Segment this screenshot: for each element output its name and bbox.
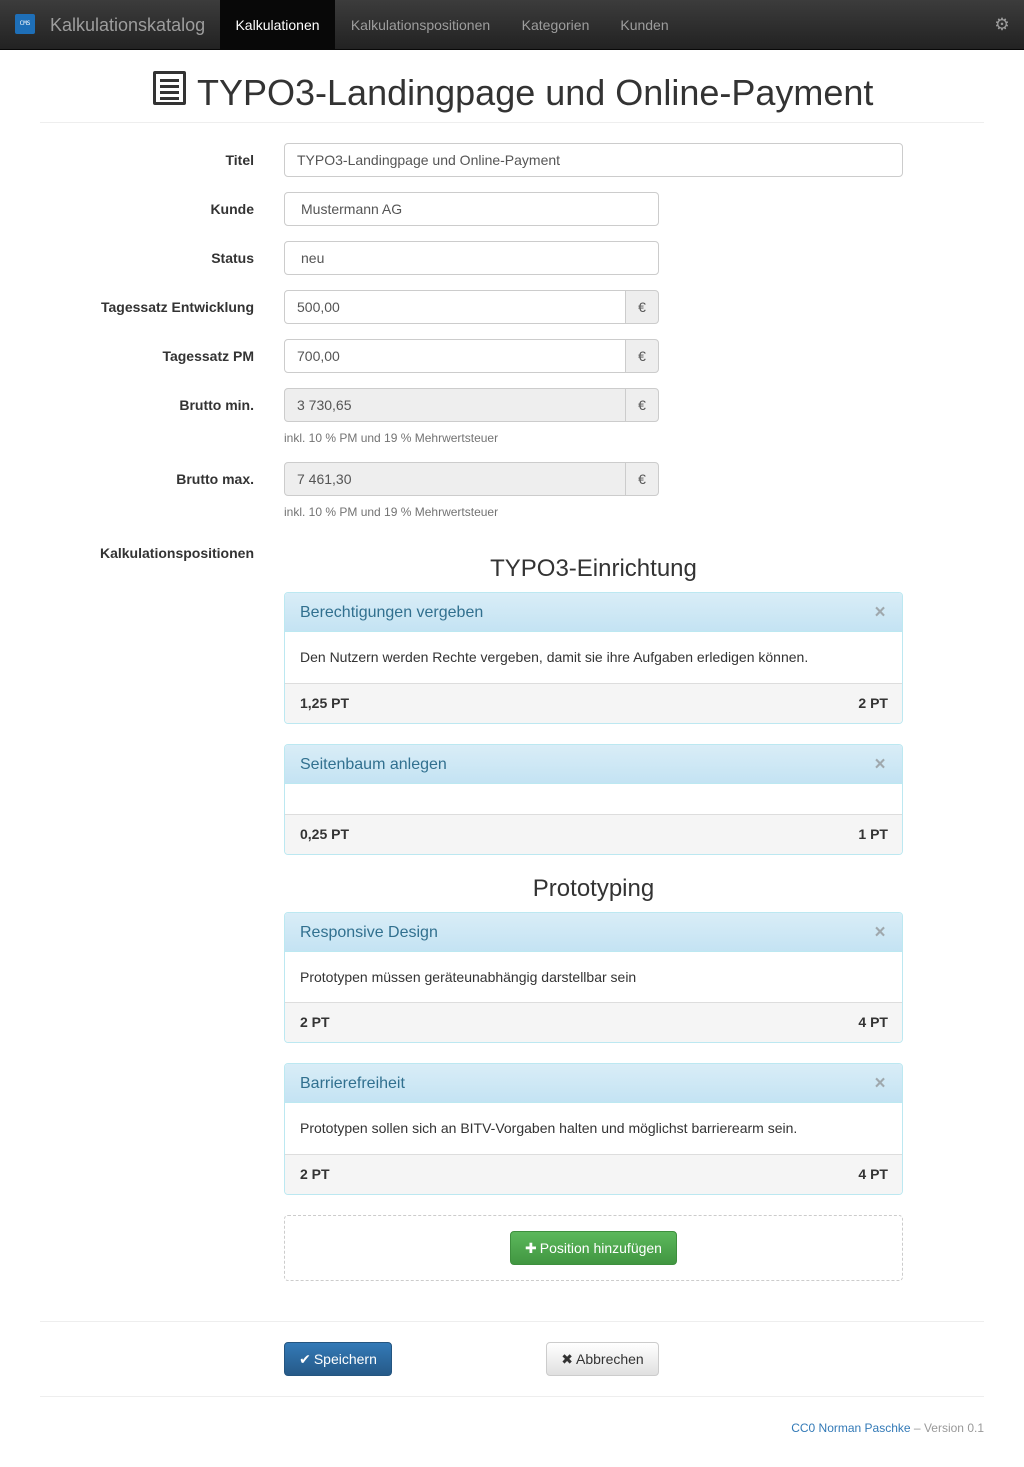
position-description: Den Nutzern werden Rechte vergeben, dami… [300,649,809,665]
position-title: Responsive Design [300,924,438,941]
brutto-min-help: inkl. 10 % PM und 19 % Mehrwertsteuer [284,431,499,445]
remove-icon: ✖ [561,1351,573,1367]
tagessatz-pm-input[interactable]: 700,00 [284,339,626,373]
position-description: Prototypen sollen sich an BITV-Vorgaben … [300,1120,798,1136]
kunde-label: Kunde [210,201,254,217]
panel-heading: Responsive Design × [285,913,902,952]
status-label: Status [211,250,254,266]
euro-addon: € [625,339,659,373]
euro-addon: € [625,388,659,422]
position-max-effort: 4 PT [858,1166,888,1182]
position-max-effort: 1 PT [858,826,888,842]
brutto-min-field: 3 730,65 [284,388,626,422]
add-position-label: Position hinzufügen [539,1240,662,1256]
brutto-max-field: 7 461,30 [284,462,626,496]
close-icon[interactable]: × [872,923,888,943]
nav-item-kalkulationspositionen[interactable]: Kalkulationspositionen [335,0,506,50]
euro-addon: € [625,290,659,324]
group-heading: TYPO3-Einrichtung [490,555,697,582]
position-min-effort: 0,25 PT [300,826,350,842]
brand-name[interactable]: Kalkulationskatalog [50,0,205,50]
status-select[interactable]: neu [284,241,659,275]
position-description: Prototypen müssen geräteunabhängig darst… [300,969,637,985]
list-alt-icon [153,71,186,105]
brutto-max-label: Brutto max. [176,471,254,487]
euro-addon: € [625,462,659,496]
position-panel: Seitenbaum anlegen × 0,25 PT 1 PT [284,744,903,855]
tagessatz-pm-label: Tagessatz PM [162,348,254,364]
titel-input[interactable]: TYPO3-Landingpage und Online-Payment [284,143,903,177]
brutto-max-help: inkl. 10 % PM und 19 % Mehrwertsteuer [284,505,499,519]
position-description [285,784,902,814]
gear-icon[interactable]: ⚙ [992,15,1012,35]
panel-heading: Seitenbaum anlegen × [285,745,902,784]
position-title: Barrierefreiheit [300,1075,405,1092]
position-max-effort: 4 PT [858,1014,888,1030]
kalkulationspositionen-label: Kalkulationspositionen [99,545,254,561]
add-position-button[interactable]: ✚ Position hinzufügen [510,1231,677,1265]
divider [40,1396,984,1397]
cancel-label: Abbrechen [576,1351,644,1367]
kunde-select[interactable]: Mustermann AG [284,192,659,226]
panel-footer: 2 PT 4 PT [285,1002,902,1042]
position-title: Berechtigungen vergeben [300,604,484,621]
add-position-area: ✚ Position hinzufügen [284,1215,903,1281]
footer-author-link[interactable]: CC0 Norman Paschke [791,1421,910,1435]
position-panel: Responsive Design × Prototypen müssen ge… [284,912,903,1043]
navbar: CMS Kalkulationskatalog Kalkulationen Ka… [0,0,1024,50]
close-icon[interactable]: × [872,1074,888,1094]
position-panel: Barrierefreiheit × Prototypen sollen sic… [284,1063,903,1195]
titel-label: Titel [225,152,254,168]
divider [40,1321,984,1322]
panel-heading: Barrierefreiheit × [285,1064,902,1103]
cms-logo-icon[interactable]: CMS [15,14,35,34]
brutto-min-label: Brutto min. [179,397,254,413]
position-title: Seitenbaum anlegen [300,756,447,773]
tagessatz-entwicklung-input[interactable]: 500,00 [284,290,626,324]
tagessatz-entwicklung-label: Tagessatz Entwicklung [101,299,254,315]
nav-item-kalkulationen[interactable]: Kalkulationen [220,0,335,50]
position-panel: Berechtigungen vergeben × Den Nutzern we… [284,592,903,724]
page-title: TYPO3-Landingpage und Online-Payment [197,72,874,113]
page-header: TYPO3-Landingpage und Online-Payment [40,62,984,123]
plus-icon: ✚ [525,1240,537,1256]
footer: CC0 Norman Paschke – Version 0.1 [791,1419,984,1437]
nav-item-kunden[interactable]: Kunden [605,0,684,50]
panel-footer: 0,25 PT 1 PT [285,814,902,854]
panel-footer: 2 PT 4 PT [285,1154,902,1194]
position-min-effort: 2 PT [300,1014,330,1030]
save-button[interactable]: ✔ Speichern [284,1342,392,1376]
cancel-button[interactable]: ✖ Abbrechen [546,1342,659,1376]
group-heading: Prototyping [532,875,655,902]
check-icon: ✔ [299,1351,311,1367]
nav-item-kategorien[interactable]: Kategorien [506,0,605,50]
position-min-effort: 1,25 PT [300,695,350,711]
footer-separator: – [913,1421,921,1435]
close-icon[interactable]: × [872,603,888,623]
position-max-effort: 2 PT [858,695,888,711]
save-label: Speichern [313,1351,377,1367]
panel-footer: 1,25 PT 2 PT [285,683,902,723]
panel-heading: Berechtigungen vergeben × [285,593,902,632]
position-min-effort: 2 PT [300,1166,330,1182]
close-icon[interactable]: × [872,755,888,775]
footer-version: Version 0.1 [923,1421,984,1435]
